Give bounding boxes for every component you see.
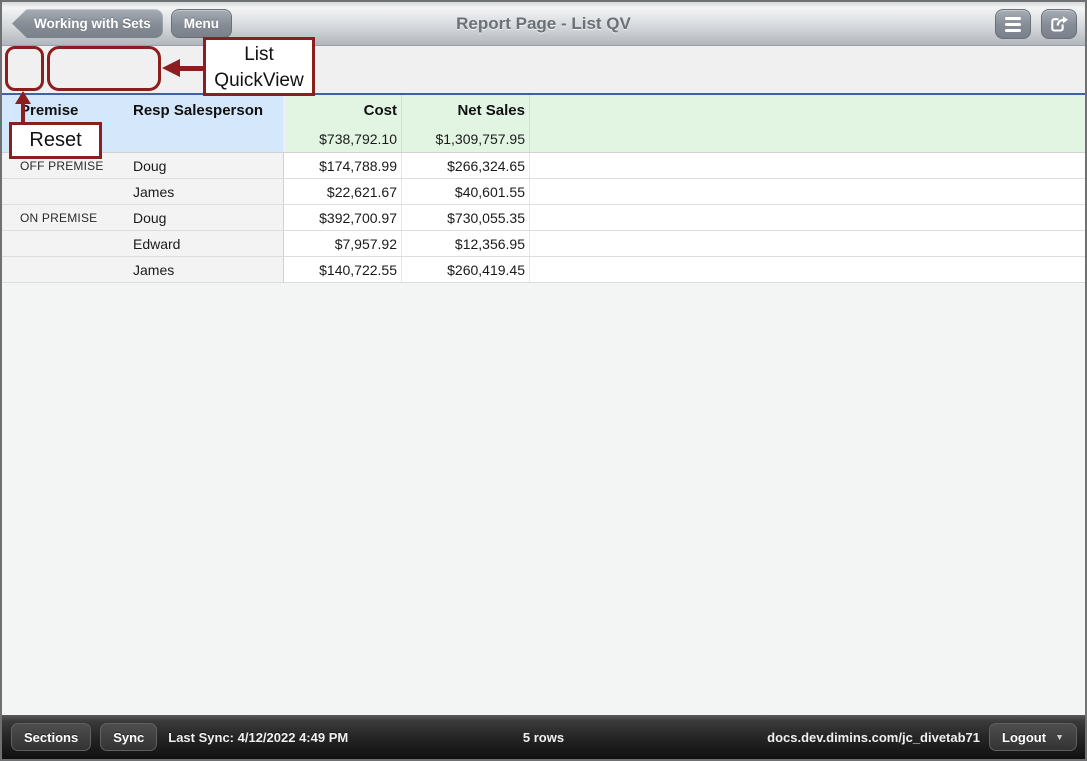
sync-button[interactable]: Sync (100, 723, 157, 751)
cell-cost: $22,621.67 (283, 179, 401, 204)
cell-premise: OFF PREMISE (2, 153, 132, 178)
cell-salesperson: Doug (132, 153, 283, 178)
annotation-arrow-left-icon (162, 59, 180, 77)
cell-cost: $140,722.55 (283, 257, 401, 282)
cell-net-sales: $260,419.45 (401, 257, 529, 282)
sections-button[interactable]: Sections (11, 723, 91, 751)
cell-cost: $392,700.97 (283, 205, 401, 230)
cell-salesperson: Edward (132, 231, 283, 256)
share-icon (1047, 12, 1071, 36)
column-header-cost: Cost (283, 95, 401, 126)
menu-button[interactable]: Menu (171, 9, 232, 38)
total-cost: $738,792.10 (283, 126, 401, 152)
table-header-row: Premise Resp Salesperson Cost Net Sales (2, 93, 1085, 126)
cell-net-sales: $40,601.55 (401, 179, 529, 204)
top-bar: Working with Sets Menu Report Page - Lis… (2, 2, 1085, 46)
cell-net-sales: $12,356.95 (401, 231, 529, 256)
cell-premise: ON PREMISE (2, 205, 132, 230)
cell-salesperson: James (132, 257, 283, 282)
cell-salesperson: Doug (132, 205, 283, 230)
list-menu-button[interactable] (995, 9, 1031, 39)
top-bar-actions (995, 9, 1077, 39)
table-row[interactable]: James $22,621.67 $40,601.55 (2, 179, 1085, 205)
server-address: docs.dev.dimins.com/jc_divetab71 (767, 730, 980, 745)
bottom-bar-right: docs.dev.dimins.com/jc_divetab71 Logout … (767, 723, 1077, 751)
table-row[interactable]: Edward $7,957.92 $12,356.95 (2, 231, 1085, 257)
cell-cost: $7,957.92 (283, 231, 401, 256)
report-table: Premise Resp Salesperson Cost Net Sales … (2, 93, 1085, 283)
app-window: Working with Sets Menu Report Page - Lis… (0, 0, 1087, 761)
logout-button[interactable]: Logout ▼ (989, 723, 1077, 751)
annotation-arrow-line-vertical (21, 103, 25, 122)
annotation-arrow-line (179, 66, 203, 71)
table-totals-row: $738,792.10 $1,309,757.95 (2, 126, 1085, 153)
page-title: Report Page - List QV (2, 14, 1085, 34)
cell-net-sales: $730,055.35 (401, 205, 529, 230)
table-row[interactable]: OFF PREMISE Doug $174,788.99 $266,324.65 (2, 153, 1085, 179)
last-sync-status: Last Sync: 4/12/2022 4:49 PM (168, 730, 348, 745)
column-header-net-sales: Net Sales (401, 95, 529, 126)
caret-down-icon[interactable]: ▼ (1055, 732, 1064, 742)
table-row[interactable]: James $140,722.55 $260,419.45 (2, 257, 1085, 283)
share-button[interactable] (1041, 9, 1077, 39)
column-header-filler (529, 95, 1085, 126)
cell-cost: $174,788.99 (283, 153, 401, 178)
row-count: 5 rows (523, 730, 564, 745)
cell-salesperson: James (132, 179, 283, 204)
back-button[interactable]: Working with Sets (12, 9, 163, 38)
cell-premise (2, 179, 132, 204)
cell-net-sales: $266,324.65 (401, 153, 529, 178)
hamburger-icon (1005, 17, 1021, 32)
table-row[interactable]: ON PREMISE Doug $392,700.97 $730,055.35 (2, 205, 1085, 231)
bottom-bar: Sections Sync Last Sync: 4/12/2022 4:49 … (2, 715, 1085, 759)
cell-premise (2, 231, 132, 256)
logout-label: Logout (1002, 730, 1046, 745)
total-net-sales: $1,309,757.95 (401, 126, 529, 152)
column-header-salesperson: Resp Salesperson (132, 95, 283, 126)
cell-premise (2, 257, 132, 282)
